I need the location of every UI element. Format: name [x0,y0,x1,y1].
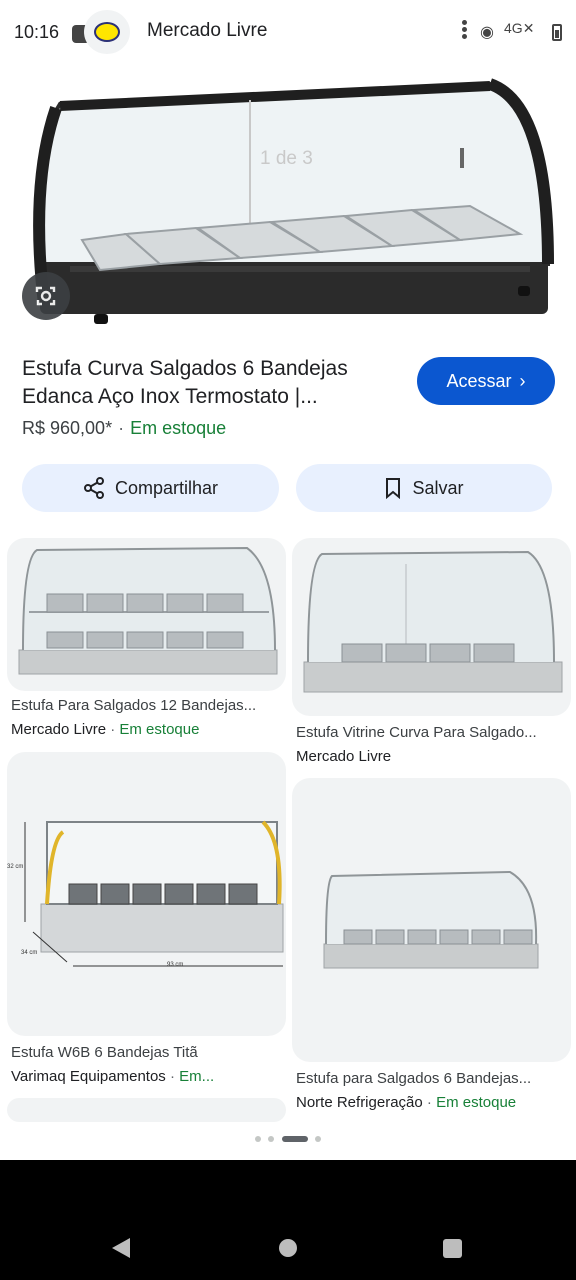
result-title[interactable]: Estufa para Salgados 6 Bandejas... [296,1070,571,1087]
status-bar: 10:16 Mercado Livre ◉ 4G✕ [0,0,576,64]
save-label: Salvar [412,477,464,498]
result-image-graphic [303,550,563,693]
visit-site-button[interactable]: Acessar › [417,357,555,405]
result-title[interactable]: Estufa Para Salgados 12 Bandejas... [11,697,286,714]
google-lens-icon [35,286,56,306]
pager-dot [255,1136,261,1142]
result-source-name: Varimaq Equipamentos [11,1068,166,1085]
battery-icon [552,24,562,41]
site-logo[interactable] [84,10,130,54]
share-label: Compartilhar [114,477,219,498]
pager-dot [268,1136,274,1142]
separator: · [165,1068,180,1085]
separator: · [422,1094,437,1111]
page-indicator: 1 de 3 [260,148,313,169]
result-stock: Em estoque [119,721,200,738]
product-price: R$ 960,00* [22,418,113,438]
display-case-image [33,78,554,324]
dimension-depth-label: 34 cm [21,950,38,956]
result-image[interactable] [7,1098,286,1122]
result-image[interactable] [292,538,571,716]
product-title-line-1: Estufa Curva Salgados 6 Bandejas [22,357,348,380]
product-price-row: R$ 960,00* · Em estoque [22,418,226,439]
save-button[interactable]: Salvar [296,464,552,512]
product-title-line-2: Edanca Aço Inox Termostato |... [22,385,318,408]
result-title[interactable]: Estufa W6B 6 Bandejas Titã [11,1044,286,1061]
result-image[interactable] [292,778,571,1062]
result-stock: Em estoque [436,1094,517,1111]
site-title[interactable]: Mercado Livre [147,20,267,42]
recent-apps-icon[interactable] [443,1239,462,1258]
stock-status: Em estoque [130,418,227,438]
wifi-icon: ◉ [480,24,494,41]
result-title[interactable]: Estufa Vitrine Curva Para Salgado... [296,724,571,741]
result-image-graphic [24,820,284,967]
result-source-name: Norte Refrigeração [296,1094,423,1111]
separator: · [118,418,125,438]
bookmark-icon [386,478,401,499]
dimension-height-label: 32 cm [7,864,24,870]
share-button[interactable]: Compartilhar [22,464,279,512]
result-image-graphic [18,546,278,675]
result-image[interactable] [7,538,286,691]
system-nav-bar [0,1160,576,1280]
result-card[interactable]: 32 cm 34 cm 93 cm Estufa W6B 6 Bandejas … [7,752,286,1088]
status-time: 10:16 [14,22,60,42]
pager-dot-active [282,1136,308,1142]
network-type: 4G [504,20,523,36]
result-source: Norte Refrigeração · Em estoque [296,1094,571,1111]
result-source: Mercado Livre · Em estoque [11,721,286,738]
hero-product-image[interactable]: 1 de 3 [0,64,576,336]
result-source-name: Mercado Livre [11,721,107,738]
result-card-partial[interactable] [7,1098,286,1122]
result-stock: Em... [179,1068,215,1085]
visit-site-label: Acessar [446,370,512,391]
home-icon[interactable] [279,1239,297,1257]
result-source: Varimaq Equipamentos · Em... [11,1068,286,1085]
chevron-right-icon: › [519,370,526,391]
separator: · [106,721,120,738]
more-vert-icon[interactable] [458,18,470,44]
back-icon[interactable] [112,1238,130,1258]
pager-dot [315,1136,321,1142]
product-title[interactable]: Estufa Curva Salgados 6 Bandejas Edanca … [22,355,402,411]
result-image-graphic [323,870,539,969]
dimension-width-label: 93 cm [167,962,184,968]
result-card[interactable]: Estufa Para Salgados 12 Bandejas... Merc… [7,538,286,743]
result-card[interactable]: Estufa Vitrine Curva Para Salgado... Mer… [292,538,571,768]
result-image[interactable]: 32 cm 34 cm 93 cm [7,752,286,1036]
pager-dots [255,1135,325,1143]
result-source: Mercado Livre [296,748,392,765]
google-lens-button[interactable] [22,272,70,320]
mercado-livre-logo-icon [94,22,120,42]
signal-icon: 4G✕ [504,20,535,36]
share-icon [83,477,104,499]
result-card[interactable]: Estufa para Salgados 6 Bandejas... Norte… [292,778,571,1114]
